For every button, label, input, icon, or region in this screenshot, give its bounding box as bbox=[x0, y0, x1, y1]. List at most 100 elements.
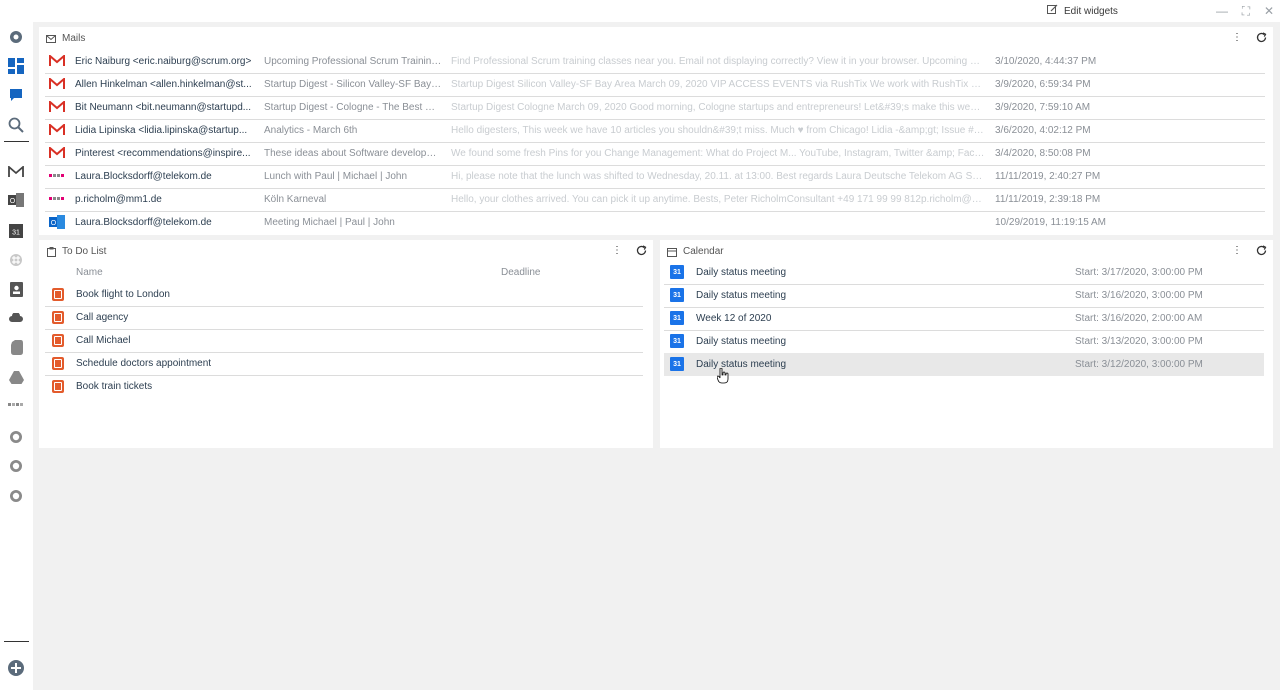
mails-widget: Mails ⋮ Eric Naiburg <eric.naiburg@scrum… bbox=[39, 27, 1273, 235]
google-calendar-icon: 31 bbox=[669, 288, 685, 302]
more-icon[interactable]: ⋮ bbox=[1232, 32, 1242, 43]
mail-preview: Startup Digest Cologne March 09, 2020 Go… bbox=[451, 102, 985, 113]
mail-subject: Startup Digest - Silicon Valley-SF Bay A… bbox=[264, 79, 442, 90]
svg-text:31: 31 bbox=[12, 230, 20, 237]
mail-row[interactable]: p.richolm@mm1.de Köln Karneval Hello, yo… bbox=[45, 188, 1265, 212]
more-icon[interactable]: ⋮ bbox=[612, 245, 622, 256]
add-icon[interactable] bbox=[6, 658, 26, 678]
todo-name: Book flight to London bbox=[76, 289, 170, 300]
edit-icon bbox=[1047, 4, 1058, 18]
envelope-icon bbox=[46, 34, 56, 43]
event-row[interactable]: 31 Daily status meeting Start: 3/16/2020… bbox=[664, 284, 1264, 308]
evernote-icon[interactable] bbox=[6, 337, 26, 357]
mail-date: 3/9/2020, 7:59:10 AM bbox=[995, 102, 1091, 113]
mail-list: Eric Naiburg <eric.naiburg@scrum.org> Up… bbox=[39, 50, 1273, 235]
column-header-name[interactable]: Name bbox=[76, 267, 103, 278]
event-title: Daily status meeting bbox=[696, 267, 787, 278]
todo-item[interactable]: Book flight to London bbox=[45, 283, 643, 307]
clipboard-icon bbox=[47, 246, 56, 257]
sidebar-divider bbox=[4, 141, 29, 142]
mail-preview: Find Professional Scrum training classes… bbox=[451, 56, 985, 67]
google-calendar-icon: 31 bbox=[669, 265, 685, 279]
todo-name: Call Michael bbox=[76, 335, 131, 346]
whatsapp-icon[interactable] bbox=[6, 486, 26, 506]
mail-row[interactable]: Eric Naiburg <eric.naiburg@scrum.org> Up… bbox=[45, 50, 1265, 74]
drive-icon[interactable] bbox=[6, 367, 26, 387]
event-row[interactable]: 31 Week 12 of 2020 Start: 3/16/2020, 2:0… bbox=[664, 307, 1264, 331]
mail-preview: We found some fresh Pins for you Change … bbox=[451, 148, 985, 159]
todo-item[interactable]: Book train tickets bbox=[45, 375, 643, 398]
refresh-icon[interactable] bbox=[636, 245, 647, 256]
refresh-icon[interactable] bbox=[1256, 32, 1267, 43]
event-row[interactable]: 31 Daily status meeting Start: 3/13/2020… bbox=[664, 330, 1264, 354]
whatsapp-icon[interactable] bbox=[6, 427, 26, 447]
contacts-icon[interactable] bbox=[6, 279, 26, 299]
whatsapp-icon[interactable] bbox=[6, 456, 26, 476]
todo-icon bbox=[50, 379, 66, 393]
mail-row[interactable]: O Laura.Blocksdorff@telekom.de Meeting M… bbox=[45, 211, 1265, 234]
mail-date: 3/9/2020, 6:59:34 PM bbox=[995, 79, 1091, 90]
mail-preview: Hi, please note that the lunch was shift… bbox=[451, 171, 985, 182]
calendar-icon[interactable]: 31 bbox=[6, 221, 26, 241]
mail-date: 3/10/2020, 4:44:37 PM bbox=[995, 56, 1097, 67]
mail-row[interactable]: Pinterest <recommendations@inspire... Th… bbox=[45, 142, 1265, 166]
event-row[interactable]: 31 Daily status meeting Start: 3/17/2020… bbox=[664, 261, 1264, 285]
more-icon[interactable]: ⋮ bbox=[1232, 245, 1242, 256]
gear-icon[interactable] bbox=[6, 27, 26, 47]
todo-item[interactable]: Schedule doctors appointment bbox=[45, 352, 643, 376]
mail-subject: Analytics - March 6th bbox=[264, 125, 358, 136]
calendar-widget: Calendar ⋮ 31 Daily status meeting Start… bbox=[660, 240, 1273, 448]
gmail-icon bbox=[49, 146, 65, 160]
todo-name: Call agency bbox=[76, 312, 129, 323]
mail-from: Laura.Blocksdorff@telekom.de bbox=[75, 171, 212, 182]
calendar-header: Calendar ⋮ bbox=[660, 240, 1273, 263]
mouse-cursor bbox=[716, 367, 729, 384]
outlook-icon[interactable]: O bbox=[6, 190, 26, 210]
google-calendar-icon: 31 bbox=[669, 334, 685, 348]
todo-item[interactable]: Call agency bbox=[45, 306, 643, 330]
todo-icon bbox=[50, 287, 66, 301]
cloud-icon[interactable] bbox=[6, 307, 26, 327]
mail-row[interactable]: Bit Neumann <bit.neumann@startupd... Sta… bbox=[45, 96, 1265, 120]
todo-list: Book flight to London Call agency Call M… bbox=[39, 283, 653, 403]
close-button[interactable]: ✕ bbox=[1261, 3, 1277, 19]
widget-title: To Do List bbox=[62, 246, 107, 257]
gmail-icon bbox=[49, 54, 65, 68]
mail-preview: Startup Digest Silicon Valley-SF Bay Are… bbox=[451, 79, 985, 90]
mail-row[interactable]: Allen Hinkelman <allen.hinkelman@st... S… bbox=[45, 73, 1265, 97]
event-start: Start: 3/16/2020, 2:00:00 AM bbox=[1075, 313, 1203, 324]
mail-from: p.richolm@mm1.de bbox=[75, 194, 162, 205]
event-title: Week 12 of 2020 bbox=[696, 313, 772, 324]
column-header-deadline[interactable]: Deadline bbox=[501, 267, 540, 278]
calendar-icon bbox=[667, 247, 677, 257]
mail-row[interactable]: Lidia Lipinska <lidia.lipinska@startup..… bbox=[45, 119, 1265, 143]
telekom-icon[interactable] bbox=[6, 395, 26, 415]
mail-row[interactable]: Laura.Blocksdorff@telekom.de Lunch with … bbox=[45, 165, 1265, 189]
mail-date: 11/11/2019, 2:40:27 PM bbox=[995, 171, 1101, 182]
event-row[interactable]: 31 Daily status meeting Start: 3/12/2020… bbox=[664, 353, 1264, 376]
event-title: Daily status meeting bbox=[696, 359, 787, 370]
gmail-icon bbox=[49, 123, 65, 137]
telekom-icon bbox=[49, 169, 65, 183]
todo-icon bbox=[50, 310, 66, 324]
slack-icon[interactable] bbox=[6, 250, 26, 270]
mail-from: Lidia Lipinska <lidia.lipinska@startup..… bbox=[75, 125, 248, 136]
mail-from: Pinterest <recommendations@inspire... bbox=[75, 148, 251, 159]
mail-from: Eric Naiburg <eric.naiburg@scrum.org> bbox=[75, 56, 252, 67]
refresh-icon[interactable] bbox=[1256, 245, 1267, 256]
todo-item[interactable]: Call Michael bbox=[45, 329, 643, 353]
maximize-button[interactable]: ⛶ bbox=[1238, 3, 1254, 19]
widget-title: Calendar bbox=[683, 246, 724, 257]
search-icon[interactable] bbox=[6, 115, 26, 135]
gmail-icon[interactable] bbox=[6, 162, 26, 182]
chat-icon[interactable] bbox=[6, 85, 26, 105]
google-calendar-icon: 31 bbox=[669, 311, 685, 325]
dashboard-icon[interactable] bbox=[6, 56, 26, 76]
mail-preview: Hello digesters, This week we have 10 ar… bbox=[451, 125, 985, 136]
mail-subject: Meeting Michael | Paul | John bbox=[264, 217, 395, 228]
minimize-button[interactable]: — bbox=[1214, 3, 1230, 19]
mails-header: Mails ⋮ bbox=[39, 27, 1273, 50]
svg-text:O: O bbox=[10, 198, 16, 205]
title-bar: Edit widgets — ⛶ ✕ bbox=[0, 0, 1280, 22]
edit-widgets-button[interactable]: Edit widgets bbox=[1047, 4, 1118, 18]
